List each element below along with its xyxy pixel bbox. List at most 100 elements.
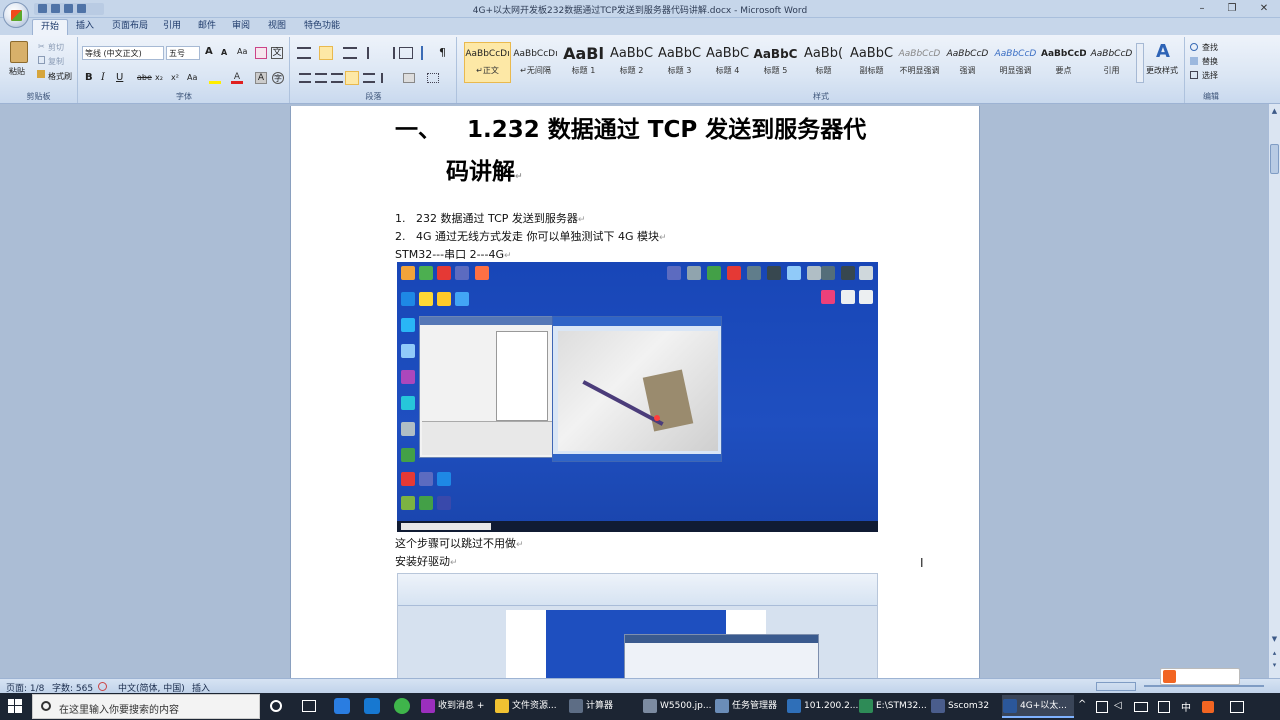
tab-view[interactable]: 视图 xyxy=(260,19,294,35)
numbering-icon[interactable] xyxy=(319,46,333,60)
next-page-icon[interactable]: ▾ xyxy=(1270,660,1279,670)
format-painter-button[interactable]: 格式刷 xyxy=(48,71,72,82)
taskbar-search[interactable]: 在这里输入你要搜索的内容 xyxy=(32,694,260,719)
pinned-app-icon[interactable] xyxy=(334,698,350,714)
taskbar-item-stm32-folder[interactable]: E:\STM32... xyxy=(858,695,930,718)
style-normal[interactable]: AaBbCcDı ↵正文 xyxy=(464,42,511,83)
ime-indicator[interactable]: 中 xyxy=(1181,699,1191,714)
align-left-icon[interactable] xyxy=(299,73,311,83)
style-heading-4[interactable]: AaBbC 标题 4 xyxy=(704,42,751,83)
scroll-thumb[interactable] xyxy=(1270,144,1279,174)
italic-button[interactable]: I xyxy=(101,72,105,83)
document-page[interactable]: 一、 1.232 数据通过 TCP 发送到服务器代 码讲解↵ 1. 232 数据通… xyxy=(290,106,980,678)
scroll-down-icon[interactable]: ▼ xyxy=(1270,634,1279,644)
style-heading-1[interactable]: AaBl 标题 1 xyxy=(560,42,607,83)
line-spacing-icon[interactable] xyxy=(381,73,393,83)
notification-icon[interactable] xyxy=(1230,701,1244,713)
align-right-icon[interactable] xyxy=(331,73,343,83)
styles-scroll-icon[interactable] xyxy=(1136,43,1144,83)
taskbar-item-explorer[interactable]: 文件资源... xyxy=(494,695,566,718)
tab-insert[interactable]: 插入 xyxy=(68,19,102,35)
taskbar-item-word[interactable]: 4G+以太... xyxy=(1002,695,1074,718)
taskbar-item-w5500[interactable]: W5500.jp... xyxy=(642,695,714,718)
style-no-spacing[interactable]: AaBbCcDı ↵无间隔 xyxy=(512,42,559,83)
bold-button[interactable]: B xyxy=(85,72,93,83)
copy-button[interactable]: 复制 xyxy=(48,56,64,67)
shrink-font-button[interactable]: A xyxy=(221,48,227,57)
taskbar-item-calculator[interactable]: 计算器 xyxy=(568,695,640,718)
paste-icon[interactable] xyxy=(10,41,28,63)
pinned-app-icon[interactable] xyxy=(364,698,380,714)
font-size-select[interactable]: 五号 xyxy=(166,46,200,60)
minimize-button[interactable]: – xyxy=(1188,0,1216,18)
show-marks-icon[interactable]: ¶ xyxy=(439,46,451,60)
underline-button[interactable]: U xyxy=(116,72,123,83)
tab-mailings[interactable]: 邮件 xyxy=(190,19,224,35)
style-heading-5[interactable]: AaBbC 标题 5 xyxy=(752,42,799,83)
list-item-1[interactable]: 1. 232 数据通过 TCP 发送到服务器↵ xyxy=(395,210,585,226)
zoom-slider[interactable] xyxy=(1144,685,1264,687)
embedded-desktop-screenshot[interactable] xyxy=(397,262,878,532)
text-effects-button[interactable]: Aa xyxy=(187,73,197,82)
office-button[interactable] xyxy=(3,2,29,28)
proofing-icon[interactable] xyxy=(98,682,107,691)
justify-icon[interactable] xyxy=(345,71,359,85)
grow-font-button[interactable]: A xyxy=(205,46,213,57)
distributed-icon[interactable] xyxy=(363,73,375,83)
style-emphasis[interactable]: AaBbCcD 强调 xyxy=(944,42,991,83)
tab-review[interactable]: 审阅 xyxy=(224,19,258,35)
chinese-layout-icon[interactable] xyxy=(399,47,413,59)
tab-home[interactable]: 开始 xyxy=(32,19,69,35)
scroll-up-icon[interactable]: ▲ xyxy=(1270,106,1279,116)
shading-icon[interactable] xyxy=(403,73,415,83)
style-heading-3[interactable]: AaBbC 标题 3 xyxy=(656,42,703,83)
windows-security-icon[interactable] xyxy=(1158,701,1170,713)
enclose-char-icon[interactable]: 字 xyxy=(272,72,284,84)
tray-chevron-icon[interactable]: ^ xyxy=(1078,699,1086,710)
prev-page-icon[interactable]: ▴ xyxy=(1270,648,1279,658)
superscript-button[interactable]: x² xyxy=(171,73,179,82)
taskbar-item-remote-desktop[interactable]: 101.200.2... xyxy=(786,695,858,718)
clear-format-icon[interactable] xyxy=(255,47,267,59)
paragraph-install-driver[interactable]: 安装好驱动↵ xyxy=(395,553,458,569)
pinned-app-icon[interactable] xyxy=(394,698,410,714)
subscript-button[interactable]: x₂ xyxy=(155,73,163,82)
taskbar-item-messages[interactable]: 收到消息 + xyxy=(420,695,492,718)
paste-button[interactable]: 粘贴 xyxy=(9,66,25,77)
paragraph-skip-step[interactable]: 这个步骤可以跳过不用做↵ xyxy=(395,535,524,551)
sort-icon[interactable] xyxy=(421,46,433,60)
tab-page-layout[interactable]: 页面布局 xyxy=(104,19,156,35)
char-shading-icon[interactable]: A xyxy=(255,72,267,84)
volume-icon[interactable]: ◁ xyxy=(1114,700,1122,711)
view-buttons-icon[interactable] xyxy=(1096,682,1136,691)
increase-indent-icon[interactable] xyxy=(383,47,395,59)
cut-button[interactable]: 剪切 xyxy=(48,42,64,53)
windows-start-icon[interactable] xyxy=(8,699,22,713)
style-quote[interactable]: AaBbCcD 引用 xyxy=(1088,42,1135,83)
taskbar-item-task-manager[interactable]: 任务管理器 xyxy=(714,695,786,718)
change-case-button[interactable]: Aa xyxy=(237,47,247,56)
style-subtitle[interactable]: AaBbC 副标题 xyxy=(848,42,895,83)
style-subtle-emphasis[interactable]: AaBbCcD 不明显强调 xyxy=(896,42,943,83)
vertical-scrollbar[interactable]: ▲ ▼ ▴ ▾ xyxy=(1268,104,1280,678)
ime-toolbar[interactable] xyxy=(1160,668,1240,685)
close-button[interactable]: ✕ xyxy=(1250,0,1278,18)
bullets-icon[interactable] xyxy=(297,47,311,59)
network-icon[interactable] xyxy=(1096,701,1108,713)
strikethrough-button[interactable]: abe xyxy=(137,73,152,82)
tab-references[interactable]: 引用 xyxy=(155,19,189,35)
sogou-ime-icon[interactable] xyxy=(1202,701,1214,713)
change-styles-icon[interactable]: A xyxy=(1153,42,1173,62)
task-view-icon[interactable] xyxy=(302,700,316,712)
heading-line-1[interactable]: 一、 1.232 数据通过 TCP 发送到服务器代 xyxy=(395,110,866,144)
borders-icon[interactable] xyxy=(427,73,439,83)
taskbar-item-sscom32[interactable]: Sscom32 xyxy=(930,695,1002,718)
decrease-indent-icon[interactable] xyxy=(367,47,379,59)
align-center-icon[interactable] xyxy=(315,73,327,83)
style-heading-2[interactable]: AaBbC 标题 2 xyxy=(608,42,655,83)
cortana-icon[interactable] xyxy=(270,700,282,712)
list-item-2[interactable]: 2. 4G 通过无线方式发走 你可以单独测试下 4G 模块↵ xyxy=(395,228,667,244)
embedded-word-screenshot[interactable] xyxy=(397,573,878,678)
paragraph-stm32[interactable]: STM32---串口 2---4G↵ xyxy=(395,246,512,262)
keyboard-icon[interactable] xyxy=(1134,702,1148,712)
